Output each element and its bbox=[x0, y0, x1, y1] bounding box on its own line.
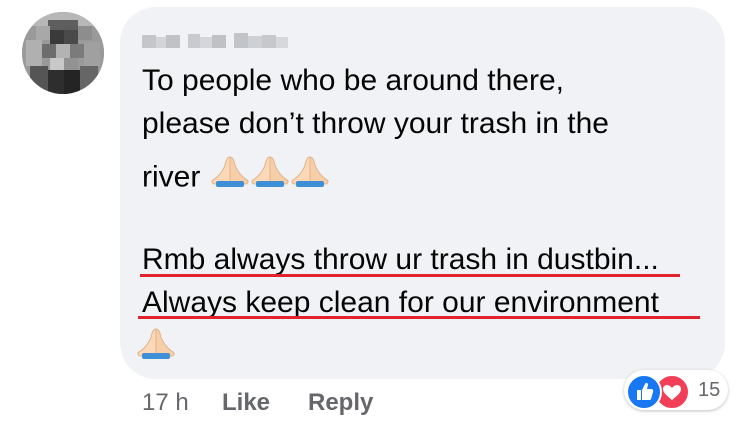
avatar-image bbox=[22, 12, 104, 94]
author-name[interactable]: ███ ███ ████ bbox=[140, 28, 295, 52]
comment-container: ███ ███ ████ To people who be around the… bbox=[0, 0, 750, 433]
folded-hands-emoji-icon bbox=[210, 153, 250, 196]
comment-text-word: river bbox=[142, 160, 201, 194]
comment-text-line: please don’t throw your trash in the bbox=[142, 107, 609, 140]
comment-timestamp[interactable]: 17 h bbox=[142, 386, 189, 420]
like-icon bbox=[626, 374, 662, 410]
comment-text-line-with-emoji: river bbox=[142, 156, 330, 200]
comment-text-line: To people who be around there, bbox=[142, 64, 564, 97]
emoji-group bbox=[210, 153, 330, 196]
avatar[interactable] bbox=[22, 12, 104, 94]
red-underline bbox=[138, 316, 700, 319]
folded-hands-emoji-icon bbox=[136, 325, 176, 364]
blurred-name-icon bbox=[142, 33, 288, 48]
reaction-count: 15 bbox=[698, 379, 721, 401]
comment-text-line: Rmb always throw ur trash in dustbin... bbox=[142, 243, 659, 276]
folded-hands-emoji-icon bbox=[290, 153, 330, 196]
reactions-summary[interactable]: 15 bbox=[624, 370, 728, 410]
red-underline bbox=[140, 274, 680, 277]
comment-bubble: ███ ███ ████ To people who be around the… bbox=[120, 7, 725, 379]
like-button[interactable]: Like bbox=[222, 386, 270, 420]
folded-hands-emoji-icon bbox=[250, 153, 290, 196]
reply-button[interactable]: Reply bbox=[308, 386, 373, 420]
